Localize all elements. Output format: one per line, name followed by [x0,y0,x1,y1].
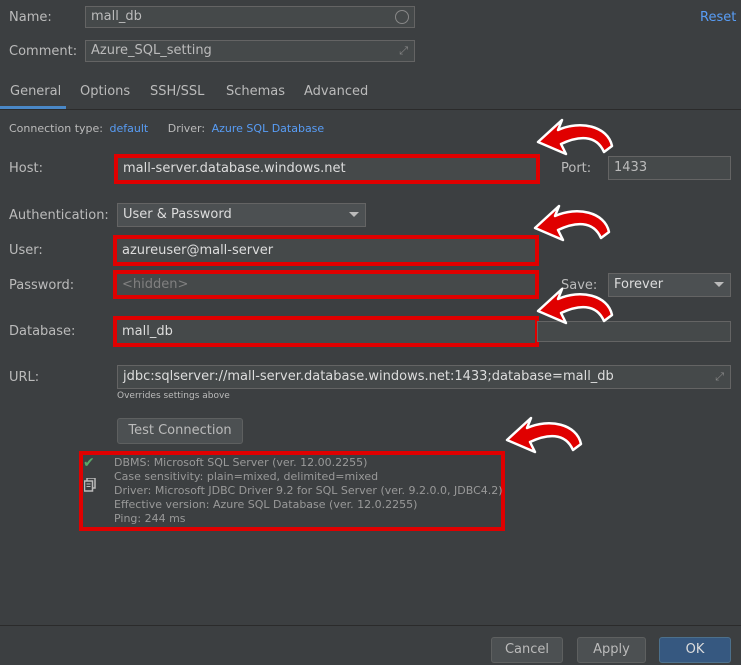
ok-button[interactable]: OK [659,637,731,663]
annotation-arrow-icon [536,287,614,325]
authentication-label: Authentication: [9,208,109,223]
user-label: User: [9,243,43,258]
expand-icon[interactable]: ⤢ [715,366,724,388]
color-circle-icon[interactable] [395,10,409,24]
test-result-line: DBMS: Microsoft SQL Server (ver. 12.00.2… [114,456,368,469]
chevron-down-icon [349,212,359,217]
connection-info: Connection type: default Driver: Azure S… [9,122,324,135]
port-input[interactable]: 1433 [608,156,731,180]
annotation-arrow-icon [505,416,583,454]
reset-link[interactable]: Reset [700,10,736,25]
tab-schemas[interactable]: Schemas [226,84,285,99]
test-result-text: DBMS: Microsoft SQL Server (ver. 12.00.2… [114,456,503,526]
test-result-line: Ping: 244 ms [114,512,186,525]
database-label: Database: [9,324,76,339]
connection-type-label: Connection type: [9,122,104,135]
apply-button[interactable]: Apply [577,637,646,663]
test-result-line: Effective version: Azure SQL Database (v… [114,498,418,511]
cancel-button[interactable]: Cancel [491,637,563,663]
url-hint: Overrides settings above [117,391,230,401]
user-value: azureuser@mall-server [122,243,274,258]
name-value: mall_db [91,9,142,24]
host-label: Host: [9,161,43,176]
authentication-value: User & Password [123,207,232,222]
port-value: 1433 [614,160,648,175]
driver-link[interactable]: Azure SQL Database [212,122,325,135]
database-input[interactable]: mall_db [113,316,539,347]
host-input[interactable]: mall-server.database.windows.net [114,154,540,184]
footer-divider [0,625,741,626]
chevron-down-icon [714,282,724,287]
connection-type-link[interactable]: default [110,122,149,135]
database-value: mall_db [122,324,173,339]
annotation-arrow-icon [536,118,614,156]
port-label: Port: [561,161,592,176]
name-input[interactable]: mall_db [85,6,415,28]
tab-ssh-ssl[interactable]: SSH/SSL [150,84,204,99]
user-input[interactable]: azureuser@mall-server [113,235,539,266]
authentication-select[interactable]: User & Password [117,203,366,227]
comment-label: Comment: [9,44,78,59]
url-label: URL: [9,370,40,385]
test-result-line: Driver: Microsoft JDBC Driver 9.2 for SQ… [114,484,503,497]
driver-label: Driver: [167,122,206,135]
annotation-arrow-icon [533,204,611,242]
save-select[interactable]: Forever [608,273,731,297]
save-value: Forever [614,277,664,292]
comment-input[interactable]: Azure_SQL_setting ⤢ [85,40,415,62]
test-connection-button[interactable]: Test Connection [117,418,243,444]
tabs-divider [0,109,741,110]
tab-options[interactable]: Options [80,84,130,99]
password-placeholder: <hidden> [122,277,189,292]
tab-general[interactable]: General [10,84,61,99]
host-value: mall-server.database.windows.net [123,161,346,176]
password-input[interactable]: <hidden> [113,270,539,299]
url-value: jdbc:sqlserver://mall-server.database.wi… [123,369,614,384]
password-label: Password: [9,278,75,293]
tab-advanced[interactable]: Advanced [304,84,368,99]
url-input[interactable]: jdbc:sqlserver://mall-server.database.wi… [117,365,731,389]
name-label: Name: [9,10,52,25]
test-result-line: Case sensitivity: plain=mixed, delimited… [114,470,379,483]
expand-icon[interactable]: ⤢ [399,41,408,61]
comment-value: Azure_SQL_setting [91,43,212,58]
